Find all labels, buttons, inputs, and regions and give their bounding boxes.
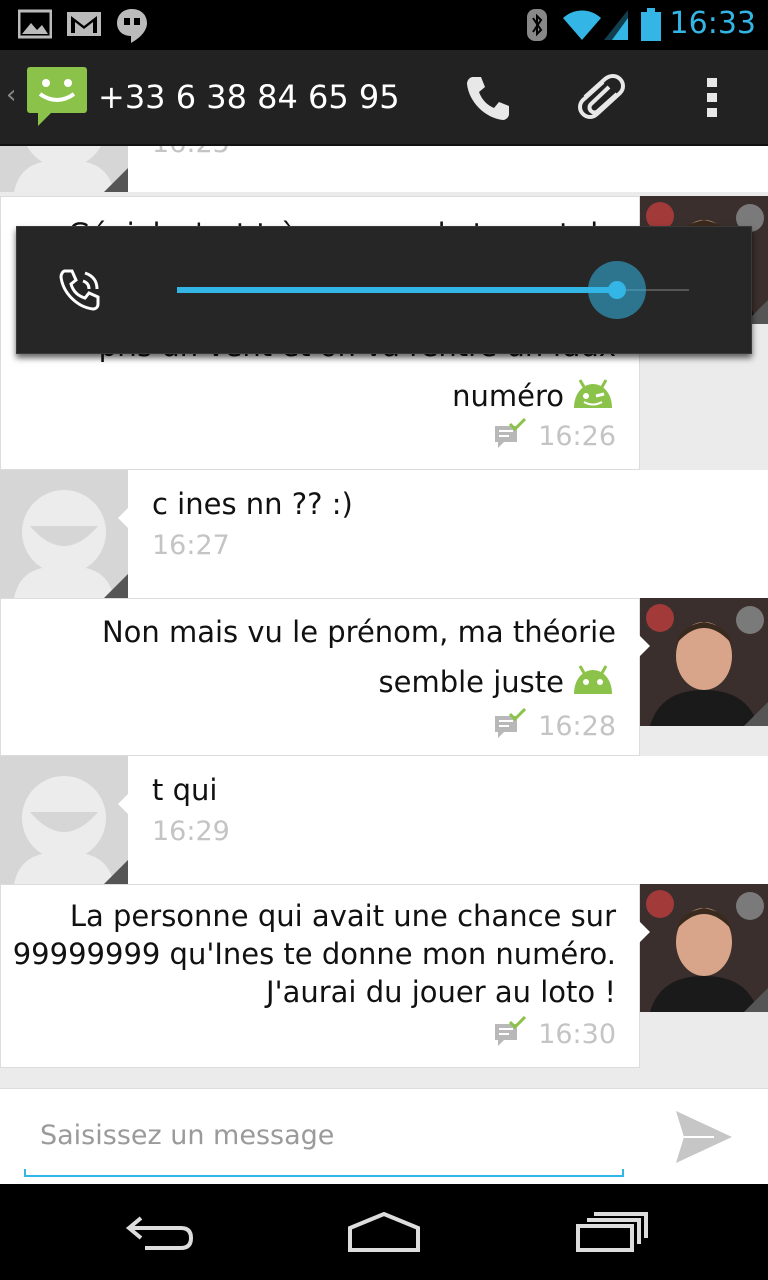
delivered-check-icon [494,707,527,745]
delivered-check-icon [494,417,527,455]
volume-fill [177,287,618,293]
delivered-check-icon [494,1015,527,1053]
back-icon[interactable] [100,1198,220,1266]
messaging-app-icon[interactable] [26,66,88,132]
message-meta: 16:26 [494,417,616,455]
message-time: 16:25 [152,146,230,159]
hangouts-icon [116,8,148,48]
overflow-menu-icon[interactable] [680,70,744,126]
message-text-line: c ines nn ?? :) [152,487,353,521]
message-text-line: semble juste [379,662,616,706]
send-button[interactable] [664,1103,744,1171]
attach-icon[interactable] [568,70,632,126]
message-text-line: La personne qui avait une chance sur [69,899,616,933]
message-time: 16:30 [538,1019,616,1050]
volume-panel [16,226,752,354]
contact-avatar[interactable] [0,470,128,598]
action-bar: ‹ +33 6 38 84 65 95 [0,50,768,146]
phone-icon[interactable] [456,70,520,126]
contact-title[interactable]: +33 6 38 84 65 95 [98,78,400,116]
message-outgoing[interactable]: La personne qui avait une chance sur 999… [0,884,768,1068]
message-outgoing[interactable]: Non mais vu le prénom, ma théorie semble… [0,598,768,756]
recents-icon[interactable] [552,1198,672,1266]
navigation-bar [0,1184,768,1280]
message-text-line: J'aurai du jouer au loto ! [266,975,616,1009]
status-bar: 16:33 [0,0,768,50]
message-time: 16:29 [152,816,230,847]
volume-thumb[interactable] [588,261,647,319]
battery-icon [640,8,662,46]
message-text-word: semble juste [378,665,564,699]
message-text-line: t qui [152,773,218,807]
home-icon[interactable] [324,1198,444,1266]
contact-avatar[interactable] [0,756,128,884]
message-text-word: numéro [452,379,564,413]
message-incoming[interactable]: t qui 16:29 [0,756,768,884]
bluetooth-icon [526,8,548,46]
message-time: 16:28 [538,711,616,742]
up-caret-icon[interactable]: ‹ [6,80,16,110]
user-avatar-photo[interactable] [640,598,768,726]
message-incoming[interactable]: c ines nn ?? :) 16:27 [0,470,768,598]
message-time: 16:27 [152,530,230,561]
gmail-icon [66,8,102,44]
user-avatar-photo[interactable] [640,884,768,1012]
in-call-volume-icon [57,267,103,317]
input-underline [24,1169,624,1177]
signal-icon [602,8,630,46]
status-time: 16:33 [669,6,756,41]
message-meta: 16:30 [494,1015,616,1053]
message-time: 16:26 [538,421,616,452]
contact-avatar[interactable] [0,146,128,192]
message-meta: 16:28 [494,707,616,745]
message-input[interactable] [24,1103,624,1167]
message-text-line: numéro [452,376,616,420]
wifi-icon [562,8,602,46]
android-smile-emoticon-icon [570,662,616,706]
send-icon [676,1111,732,1163]
message-text-line: 99999999 qu'Ines te donne mon numéro. [12,937,616,971]
message-text-line: Non mais vu le prénom, ma théorie [101,615,616,649]
android-wink-emoticon-icon [570,376,616,420]
message-incoming[interactable]: 16:25 [0,146,768,192]
compose-bar [0,1088,768,1184]
gallery-icon [17,8,53,44]
